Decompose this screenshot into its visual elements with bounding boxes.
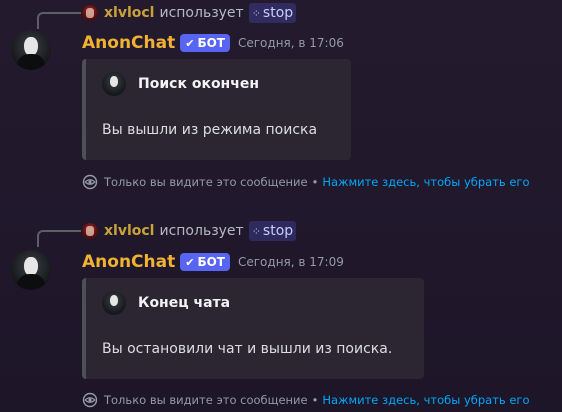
reference-action: использует (159, 5, 244, 21)
embed-description: Вы остановили чат и вышли из поиска. (102, 341, 393, 357)
ephemeral-notice: Только вы видите это сообщение • Нажмите… (82, 173, 529, 191)
reference-username[interactable]: xlvlocl (104, 5, 154, 21)
reply-reference[interactable]: xlvlocl использует ⁘ stop (82, 2, 297, 24)
command-icon: ⁘ (251, 224, 261, 238)
command-name: stop (262, 223, 294, 239)
eye-icon (82, 392, 98, 408)
embed-description: Вы вышли из режима поиска (102, 122, 318, 138)
author-avatar[interactable] (11, 30, 51, 70)
reference-avatar[interactable] (82, 223, 98, 239)
command-name: stop (262, 5, 294, 21)
ephemeral-text: Только вы видите это сообщение (104, 175, 308, 189)
slash-command-mention[interactable]: ⁘ stop (248, 221, 297, 241)
slash-command-mention[interactable]: ⁘ stop (248, 3, 297, 23)
ephemeral-text: Только вы видите это сообщение (104, 393, 308, 407)
separator: • (311, 393, 319, 407)
reference-username[interactable]: xlvlocl (104, 223, 154, 239)
timestamp[interactable]: Сегодня, в 17:09 (238, 255, 344, 269)
embed-title: Конец чата (138, 295, 231, 311)
author-avatar[interactable] (11, 250, 51, 290)
bot-tag: ✔ БОТ (180, 253, 230, 271)
eye-icon (82, 174, 98, 190)
dismiss-message-link[interactable]: Нажмите здесь, чтобы убрать его (322, 393, 529, 407)
embed-header: Конец чата (102, 291, 230, 315)
bot-tag: ✔ БОТ (180, 34, 230, 52)
dismiss-message-link[interactable]: Нажмите здесь, чтобы убрать его (322, 175, 529, 189)
separator: • (311, 175, 319, 189)
ephemeral-notice: Только вы видите это сообщение • Нажмите… (82, 391, 529, 409)
embed: Конец чата Вы остановили чат и вышли из … (82, 278, 424, 379)
reply-connector (37, 230, 81, 247)
reply-reference[interactable]: xlvlocl использует ⁘ stop (82, 220, 297, 242)
verified-check-icon: ✔ (185, 255, 195, 269)
command-icon: ⁘ (251, 6, 261, 20)
embed-title: Поиск окончен (138, 76, 260, 92)
embed-author-icon (102, 72, 126, 96)
reply-connector (37, 12, 81, 29)
author-name[interactable]: AnonChat (82, 33, 175, 53)
embed-header: Поиск окончен (102, 72, 259, 96)
verified-check-icon: ✔ (185, 36, 195, 50)
message-header: AnonChat ✔ БОТ Сегодня, в 17:09 (82, 250, 344, 274)
bot-tag-label: БОТ (197, 255, 225, 269)
reference-action: использует (159, 223, 244, 239)
bot-tag-label: БОТ (197, 36, 225, 50)
timestamp[interactable]: Сегодня, в 17:06 (238, 36, 344, 50)
reference-avatar[interactable] (82, 5, 98, 21)
message-header: AnonChat ✔ БОТ Сегодня, в 17:06 (82, 31, 344, 55)
embed: Поиск окончен Вы вышли из режима поиска (82, 59, 351, 160)
message-2: xlvlocl использует ⁘ stop AnonChat ✔ БОТ… (0, 218, 562, 412)
message-1: xlvlocl использует ⁘ stop AnonChat ✔ БОТ… (0, 0, 562, 200)
embed-author-icon (102, 291, 126, 315)
author-name[interactable]: AnonChat (82, 252, 175, 272)
